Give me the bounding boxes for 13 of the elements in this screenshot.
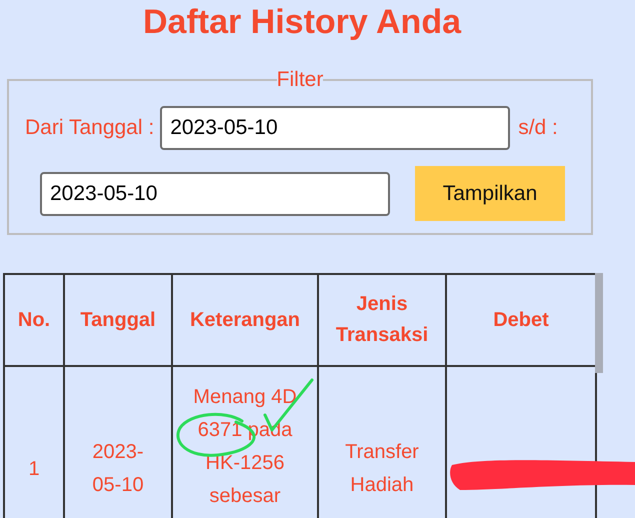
to-date-label: s/d : <box>518 116 558 140</box>
column-header: Jenis Transaksi <box>318 274 446 366</box>
show-button[interactable]: Tampilkan <box>415 166 565 221</box>
from-date-label: Dari Tanggal : <box>25 116 154 140</box>
from-date-field[interactable]: 2023-05-10 <box>160 106 510 150</box>
filter-legend: Filter <box>276 68 324 92</box>
column-header: Tanggal <box>64 274 172 366</box>
column-header: No. <box>4 274 64 366</box>
column-header: Keterangan <box>172 274 318 366</box>
table-cell: 1 <box>4 366 64 518</box>
page-title: Daftar History Anda <box>142 2 462 43</box>
scrollbar-thumb[interactable] <box>595 273 603 373</box>
to-date-field[interactable]: 2023-05-10 <box>40 172 390 216</box>
